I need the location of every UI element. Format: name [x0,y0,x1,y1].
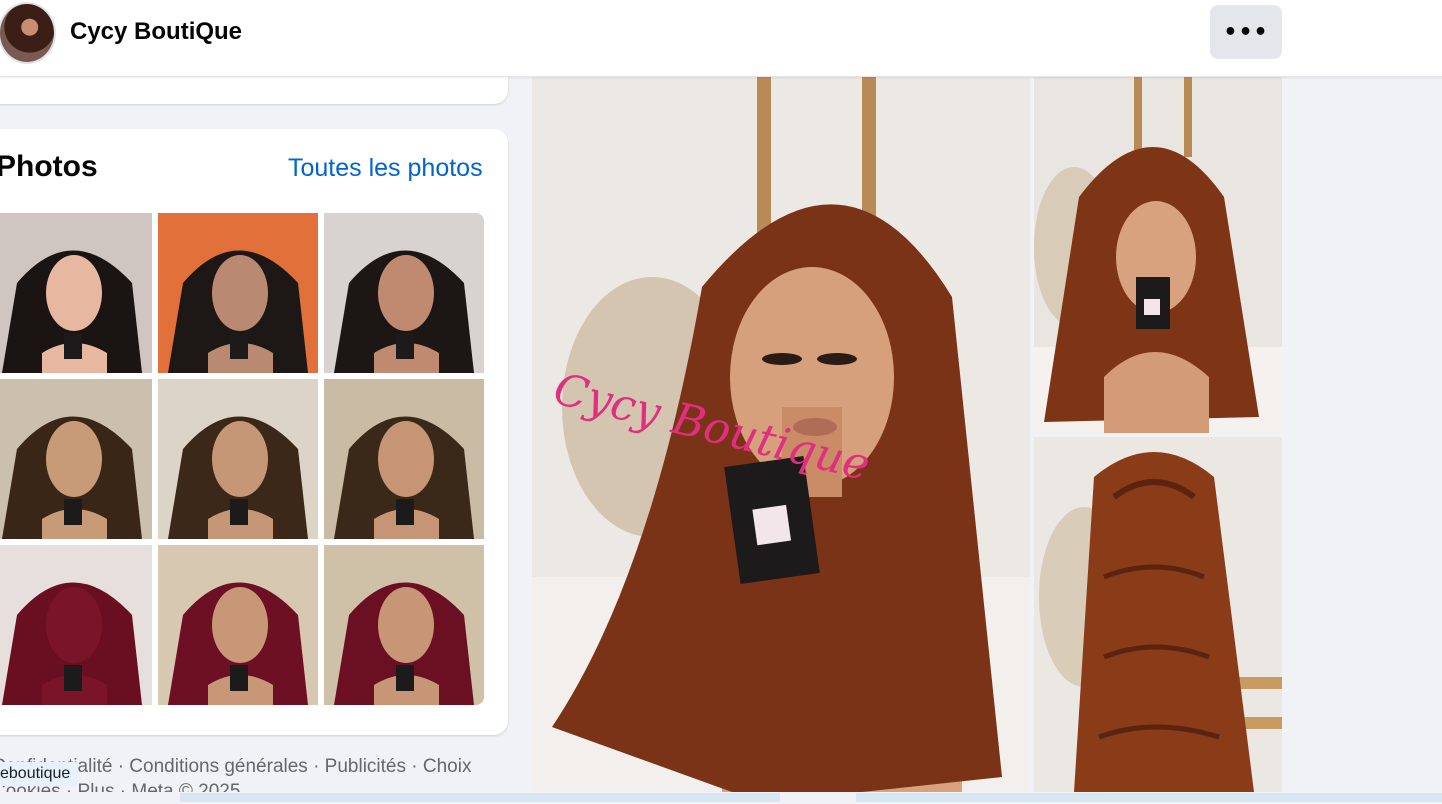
photos-heading: Photos [0,150,98,183]
more-options-button[interactable]: ••• [1210,5,1282,59]
see-all-photos-link[interactable]: Toutes les photos [288,154,483,183]
photo-tile[interactable] [324,545,484,705]
photo-tile[interactable] [0,379,152,539]
photo-tile[interactable] [0,545,152,705]
photo-tile[interactable] [158,213,318,373]
photo-tile[interactable] [0,213,152,373]
photo-tile[interactable] [158,545,318,705]
photos-grid [0,213,484,705]
scrollbar-thumb[interactable] [180,793,780,802]
scrollbar-thumb-secondary[interactable] [856,793,1442,802]
photo-tile[interactable] [324,379,484,539]
page-header: Cycy BoutiQue ••• [0,0,1442,77]
featured-photo-side-bottom[interactable] [1034,437,1282,792]
featured-photo-side-top[interactable] [1034,77,1282,433]
photo-tile[interactable] [324,213,484,373]
url-status-badge: eboutique [0,762,79,786]
page-avatar[interactable] [0,2,56,64]
page-title[interactable]: Cycy BoutiQue [70,18,242,46]
photo-tile[interactable] [158,379,318,539]
featured-photo-main[interactable]: Cycy Boutique [532,77,1030,792]
